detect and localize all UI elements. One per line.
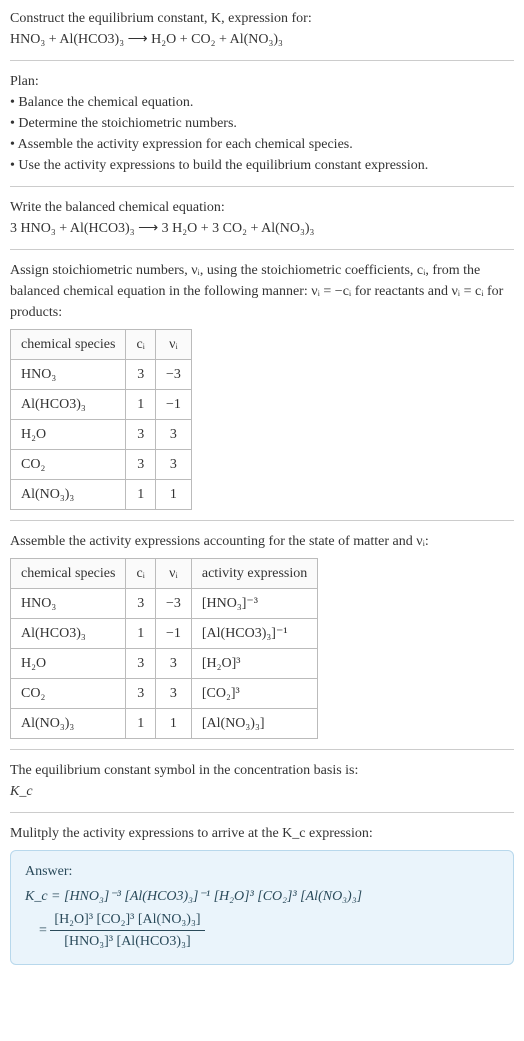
reaction-unbalanced: HNO₃ + Al(HCO3)₃ ⟶ H₂O + CO₂ + Al(NO₃)₃ xyxy=(10,29,514,50)
cell-vi: −3 xyxy=(155,589,191,619)
divider xyxy=(10,749,514,750)
multiply-text: Mulitply the activity expressions to arr… xyxy=(10,823,514,844)
cell-vi: 3 xyxy=(155,649,191,679)
col-ci: cᵢ xyxy=(126,330,156,360)
cell-ci: 3 xyxy=(126,360,156,390)
cell-ci: 3 xyxy=(126,649,156,679)
stoich-table: chemical species cᵢ νᵢ HNO₃ 3 −3 Al(HCO3… xyxy=(10,329,192,510)
table-row: Al(HCO3)₃ 1 −1 [Al(HCO3)₃]⁻¹ xyxy=(11,619,318,649)
cell-ci: 3 xyxy=(126,679,156,709)
cell-species: HNO₃ xyxy=(11,360,126,390)
multiply: Mulitply the activity expressions to arr… xyxy=(10,823,514,965)
answer-line1: K_c = [HNO₃]⁻³ [Al(HCO3)₃]⁻¹ [H₂O]³ [CO₂… xyxy=(25,886,499,907)
kc-expression: K_c = [HNO₃]⁻³ [Al(HCO3)₃]⁻¹ [H₂O]³ [CO₂… xyxy=(25,889,362,904)
table-row: Al(HCO3)₃ 1 −1 xyxy=(11,390,192,420)
cell-activity: [Al(HCO3)₃]⁻¹ xyxy=(191,619,317,649)
equals-sign: = xyxy=(39,923,47,938)
fraction: [H₂O]³ [CO₂]³ [Al(NO₃)₃] [HNO₃]³ [Al(HCO… xyxy=(50,909,204,952)
col-vi: νᵢ xyxy=(155,559,191,589)
cell-vi: 3 xyxy=(155,679,191,709)
plan-item: • Balance the chemical equation. xyxy=(10,92,514,113)
kc-italic: K_c xyxy=(10,784,33,799)
cell-ci: 3 xyxy=(126,420,156,450)
cell-activity: [CO₂]³ xyxy=(191,679,317,709)
divider xyxy=(10,812,514,813)
table-row: HNO₃ 3 −3 xyxy=(11,360,192,390)
cell-vi: 1 xyxy=(155,480,191,510)
cell-species: Al(NO₃)₃ xyxy=(11,480,126,510)
table-row: Al(NO₃)₃ 1 1 [Al(NO₃)₃] xyxy=(11,709,318,739)
cell-species: H₂O xyxy=(11,649,126,679)
assign-text: Assign stoichiometric numbers, νᵢ, using… xyxy=(10,260,514,323)
cell-species: Al(HCO3)₃ xyxy=(11,390,126,420)
cell-ci: 1 xyxy=(126,480,156,510)
table-row: H₂O 3 3 [H₂O]³ xyxy=(11,649,318,679)
cell-ci: 3 xyxy=(126,589,156,619)
plan-item: • Determine the stoichiometric numbers. xyxy=(10,113,514,134)
plan-heading: Plan: xyxy=(10,71,514,92)
plan-item: • Assemble the activity expression for e… xyxy=(10,134,514,155)
cell-ci: 1 xyxy=(126,619,156,649)
cell-vi: −1 xyxy=(155,619,191,649)
cell-ci: 1 xyxy=(126,709,156,739)
cell-species: CO₂ xyxy=(11,679,126,709)
col-species: chemical species xyxy=(11,330,126,360)
intro-line1: Construct the equilibrium constant, K, e… xyxy=(10,8,514,29)
symbol-kc: K_c xyxy=(10,781,514,802)
symbol-text: The equilibrium constant symbol in the c… xyxy=(10,760,514,781)
answer-line2: = [H₂O]³ [CO₂]³ [Al(NO₃)₃] [HNO₃]³ [Al(H… xyxy=(25,909,499,952)
plan: Plan: • Balance the chemical equation. •… xyxy=(10,71,514,176)
col-activity: activity expression xyxy=(191,559,317,589)
fraction-denominator: [HNO₃]³ [Al(HCO3)₃] xyxy=(50,931,204,952)
answer-title: Answer: xyxy=(25,861,499,882)
assign: Assign stoichiometric numbers, νᵢ, using… xyxy=(10,260,514,510)
table-row: H₂O 3 3 xyxy=(11,420,192,450)
table-row: CO₂ 3 3 xyxy=(11,450,192,480)
cell-vi: 3 xyxy=(155,420,191,450)
cell-ci: 3 xyxy=(126,450,156,480)
cell-vi: 3 xyxy=(155,450,191,480)
divider xyxy=(10,60,514,61)
cell-activity: [HNO₃]⁻³ xyxy=(191,589,317,619)
reaction-balanced: 3 HNO₃ + Al(HCO3)₃ ⟶ 3 H₂O + 3 CO₂ + Al(… xyxy=(10,218,514,239)
cell-vi: 1 xyxy=(155,709,191,739)
divider xyxy=(10,520,514,521)
cell-ci: 1 xyxy=(126,390,156,420)
answer-box: Answer: K_c = [HNO₃]⁻³ [Al(HCO3)₃]⁻¹ [H₂… xyxy=(10,850,514,965)
col-vi: νᵢ xyxy=(155,330,191,360)
cell-species: Al(HCO3)₃ xyxy=(11,619,126,649)
table-header-row: chemical species cᵢ νᵢ xyxy=(11,330,192,360)
cell-activity: [Al(NO₃)₃] xyxy=(191,709,317,739)
cell-activity: [H₂O]³ xyxy=(191,649,317,679)
cell-species: H₂O xyxy=(11,420,126,450)
cell-vi: −3 xyxy=(155,360,191,390)
table-row: CO₂ 3 3 [CO₂]³ xyxy=(11,679,318,709)
divider xyxy=(10,186,514,187)
cell-species: CO₂ xyxy=(11,450,126,480)
balanced: Write the balanced chemical equation: 3 … xyxy=(10,197,514,239)
activity: Assemble the activity expressions accoun… xyxy=(10,531,514,739)
table-row: HNO₃ 3 −3 [HNO₃]⁻³ xyxy=(11,589,318,619)
col-ci: cᵢ xyxy=(126,559,156,589)
table-row: Al(NO₃)₃ 1 1 xyxy=(11,480,192,510)
symbol: The equilibrium constant symbol in the c… xyxy=(10,760,514,802)
table-header-row: chemical species cᵢ νᵢ activity expressi… xyxy=(11,559,318,589)
fraction-numerator: [H₂O]³ [CO₂]³ [Al(NO₃)₃] xyxy=(50,909,204,931)
divider xyxy=(10,249,514,250)
intro: Construct the equilibrium constant, K, e… xyxy=(10,8,514,50)
cell-species: Al(NO₃)₃ xyxy=(11,709,126,739)
activity-text: Assemble the activity expressions accoun… xyxy=(10,531,514,552)
cell-species: HNO₃ xyxy=(11,589,126,619)
plan-item: • Use the activity expressions to build … xyxy=(10,155,514,176)
activity-table: chemical species cᵢ νᵢ activity expressi… xyxy=(10,558,318,739)
col-species: chemical species xyxy=(11,559,126,589)
balanced-heading: Write the balanced chemical equation: xyxy=(10,197,514,218)
cell-vi: −1 xyxy=(155,390,191,420)
